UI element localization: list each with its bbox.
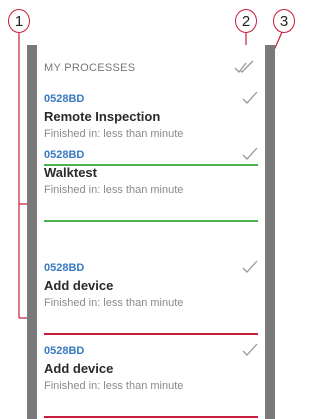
callout-1: 1 (8, 9, 30, 33)
callout-2-label: 2 (241, 12, 251, 30)
process-id: 0528BD (44, 93, 85, 105)
check-icon[interactable] (242, 91, 258, 105)
result-divider (44, 333, 258, 335)
process-status: Finished in: less than minute (44, 297, 184, 309)
process-status: Finished in: less than minute (44, 128, 184, 140)
check-icon[interactable] (242, 147, 258, 161)
process-id: 0528BD (44, 262, 85, 274)
result-divider (44, 220, 258, 222)
callout-3-label: 3 (279, 12, 289, 30)
process-name: Add device (44, 278, 114, 293)
process-id: 0528BD (44, 345, 85, 357)
double-check-icon[interactable] (234, 59, 256, 75)
process-name: Walktest (44, 165, 97, 180)
callout-1-label: 1 (14, 12, 24, 30)
process-status: Finished in: less than minute (44, 380, 184, 392)
process-status: Finished in: less than minute (44, 184, 184, 196)
processes-card: MY PROCESSES 0528BD Remote Inspection Fi… (37, 45, 265, 419)
process-name: Remote Inspection (44, 109, 161, 124)
callout-3: 3 (273, 9, 295, 33)
processes-header: MY PROCESSES (37, 45, 265, 83)
check-icon[interactable] (242, 260, 258, 274)
process-id: 0528BD (44, 149, 85, 161)
check-icon[interactable] (242, 343, 258, 357)
callout-2: 2 (235, 9, 257, 33)
process-name: Add device (44, 361, 114, 376)
processes-panel: MY PROCESSES 0528BD Remote Inspection Fi… (27, 45, 275, 419)
result-divider (44, 416, 258, 418)
page-title: MY PROCESSES (44, 62, 136, 74)
